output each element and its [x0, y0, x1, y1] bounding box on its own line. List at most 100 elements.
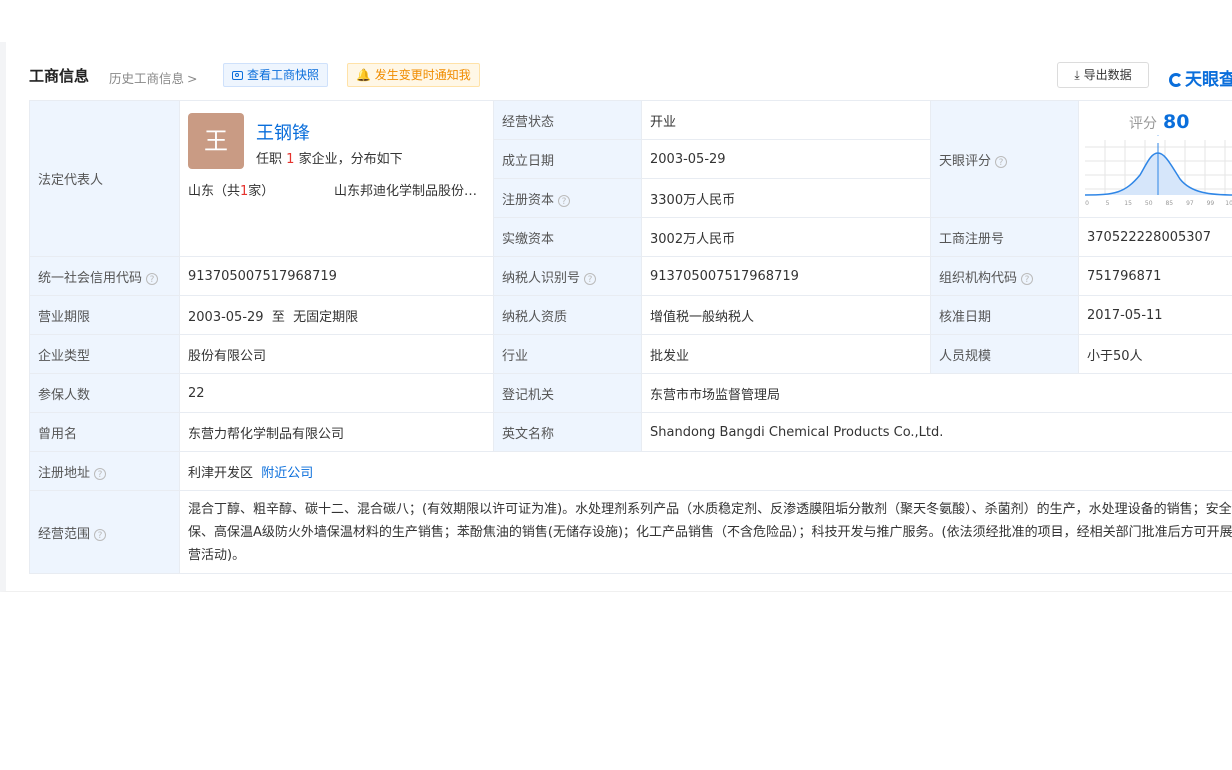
- location-pin-icon: [1157, 135, 1159, 136]
- help-icon[interactable]: ?: [94, 528, 107, 541]
- authority-label: 登记机关: [493, 373, 642, 413]
- industry-value: 批发业: [641, 334, 931, 374]
- tianyancha-logo: 天眼查: [1169, 65, 1232, 90]
- axis-tick-label: 0: [1085, 200, 1089, 207]
- authority-value: 东营市市场监督管理局: [641, 373, 1232, 413]
- address-label: 注册地址: [38, 465, 91, 481]
- region-prefix: 山东（共: [188, 184, 241, 199]
- paid-capital-label: 实缴资本: [493, 217, 642, 257]
- tax-qual-label: 纳税人资质: [493, 295, 642, 335]
- avatar[interactable]: 王: [188, 113, 244, 169]
- axis-tick-label: 100: [1225, 200, 1232, 207]
- credit-code-value: 913705007517968719: [179, 256, 494, 296]
- logo-text: 天眼查: [1185, 70, 1232, 90]
- capital-value: 3300万人民币: [641, 178, 931, 218]
- section-header: 工商信息 历史工商信息 > 查看工商快照 🔔 发生变更时通知我 ⤓ 导出数据 天眼…: [29, 62, 1232, 90]
- founded-label: 成立日期: [493, 139, 642, 179]
- legal-rep-company-link[interactable]: 山东邦迪化学制品股份有限公司: [334, 180, 484, 199]
- history-info-label: 历史工商信息: [109, 71, 185, 86]
- score-value: 80: [1163, 111, 1190, 133]
- founded-value: 2003-05-29: [641, 139, 931, 179]
- logo-mark-icon: [1169, 73, 1183, 87]
- industry-label: 行业: [493, 334, 642, 374]
- insured-value: 22: [179, 373, 494, 413]
- view-snapshot-button[interactable]: 查看工商快照: [223, 63, 329, 87]
- export-data-label: 导出数据: [1083, 68, 1132, 82]
- help-icon[interactable]: ?: [146, 272, 159, 285]
- taxid-value: 913705007517968719: [641, 256, 931, 296]
- tax-qual-value: 增值税一般纳税人: [641, 295, 931, 335]
- legal-rep-cell: 王 王钢锋 任职 1 家企业，分布如下 山东（共1家） 山东邦迪化学制品股份有限…: [179, 100, 494, 257]
- address-label-cell: 注册地址?: [29, 451, 180, 491]
- company-type-label: 企业类型: [29, 334, 180, 374]
- history-info-link[interactable]: 历史工商信息 >: [109, 68, 198, 87]
- approve-date-value: 2017-05-11: [1078, 295, 1232, 335]
- axis-tick-label: 99: [1207, 200, 1215, 207]
- help-icon[interactable]: ?: [1021, 272, 1034, 285]
- summary-count: 1: [286, 152, 295, 167]
- english-name-label: 英文名称: [493, 412, 642, 452]
- score-distribution-chart: 0 5 15 50 85 97 99 100: [1085, 135, 1232, 207]
- axis-tick-label: 97: [1186, 200, 1194, 207]
- section-title: 工商信息: [29, 67, 90, 85]
- axis-tick-label: 50: [1145, 200, 1153, 207]
- scope-label: 经营范围: [38, 526, 91, 542]
- former-name-label: 曾用名: [29, 412, 180, 452]
- score-display: 评分 80: [1129, 111, 1189, 133]
- capital-label: 注册资本: [502, 192, 555, 208]
- chevron-right-icon: >: [187, 71, 198, 86]
- score-label: 天眼评分: [939, 153, 992, 169]
- company-type-value: 股份有限公司: [179, 334, 494, 374]
- term-label: 营业期限: [29, 295, 180, 335]
- reg-no-label: 工商注册号: [930, 217, 1079, 257]
- nearby-companies-link[interactable]: 附近公司: [261, 466, 313, 481]
- approve-date-label: 核准日期: [930, 295, 1079, 335]
- bell-icon: 🔔: [356, 68, 371, 82]
- score-cell[interactable]: 评分 80 0 5 15 50 85 97 99 1: [1078, 100, 1232, 218]
- org-code-label: 组织机构代码: [939, 270, 1018, 286]
- business-info-table: 法定代表人 王 王钢锋 任职 1 家企业，分布如下 山东（共1家） 山东邦迪化学…: [29, 100, 1232, 574]
- paid-capital-value: 3002万人民币: [641, 217, 931, 257]
- staff-size-label: 人员规模: [930, 334, 1079, 374]
- capital-label-cell: 注册资本?: [493, 178, 642, 218]
- staff-size-value: 小于50人: [1078, 334, 1232, 374]
- legal-rep-region[interactable]: 山东（共1家）: [188, 180, 274, 199]
- org-code-value: 751796871: [1078, 256, 1232, 296]
- axis-tick-label: 15: [1124, 200, 1132, 207]
- legal-rep-label: 法定代表人: [29, 100, 180, 257]
- business-info-panel: 工商信息 历史工商信息 > 查看工商快照 🔔 发生变更时通知我 ⤓ 导出数据 天眼…: [0, 42, 1232, 592]
- status-label: 经营状态: [493, 100, 642, 140]
- former-name-value: 东营力帮化学制品有限公司: [179, 412, 494, 452]
- summary-suffix: 家企业，分布如下: [298, 152, 403, 167]
- credit-code-label-cell: 统一社会信用代码?: [29, 256, 180, 296]
- address-value: 利津开发区: [188, 465, 254, 481]
- scope-label-cell: 经营范围?: [29, 490, 180, 574]
- help-icon[interactable]: ?: [584, 272, 597, 285]
- help-icon[interactable]: ?: [995, 155, 1008, 168]
- summary-prefix: 任职: [256, 152, 283, 167]
- download-icon: ⤓: [1074, 68, 1080, 82]
- insured-label: 参保人数: [29, 373, 180, 413]
- status-value: 开业: [641, 100, 931, 140]
- reg-no-value: 370522228005307: [1078, 217, 1232, 257]
- view-snapshot-label: 查看工商快照: [247, 68, 320, 82]
- score-caption: 评分: [1129, 116, 1157, 132]
- business-scope-value: 混合丁醇、粗辛醇、碳十二、混合碳八；(有效期限以许可证为准)。水处理剂系列产品（…: [179, 490, 1232, 574]
- term-value: 2003-05-29 至 无固定期限: [179, 295, 494, 335]
- taxid-label: 纳税人识别号: [502, 270, 581, 286]
- axis-tick-label: 5: [1106, 200, 1110, 207]
- help-icon[interactable]: ?: [94, 467, 107, 480]
- credit-code-label: 统一社会信用代码: [38, 270, 143, 286]
- score-label-cell: 天眼评分?: [930, 100, 1079, 218]
- notify-change-label: 发生变更时通知我: [374, 68, 471, 82]
- region-suffix: 家）: [248, 184, 275, 199]
- org-code-label-cell: 组织机构代码?: [930, 256, 1079, 296]
- legal-rep-summary: 任职 1 家企业，分布如下: [256, 148, 403, 167]
- axis-tick-label: 85: [1165, 200, 1173, 207]
- notify-change-button[interactable]: 🔔 发生变更时通知我: [347, 63, 480, 87]
- help-icon[interactable]: ?: [558, 194, 571, 207]
- legal-rep-name[interactable]: 王钢锋: [256, 119, 310, 145]
- camera-icon: [232, 71, 243, 80]
- export-data-button[interactable]: ⤓ 导出数据: [1057, 62, 1149, 88]
- address-cell: 利津开发区 附近公司: [179, 451, 1232, 491]
